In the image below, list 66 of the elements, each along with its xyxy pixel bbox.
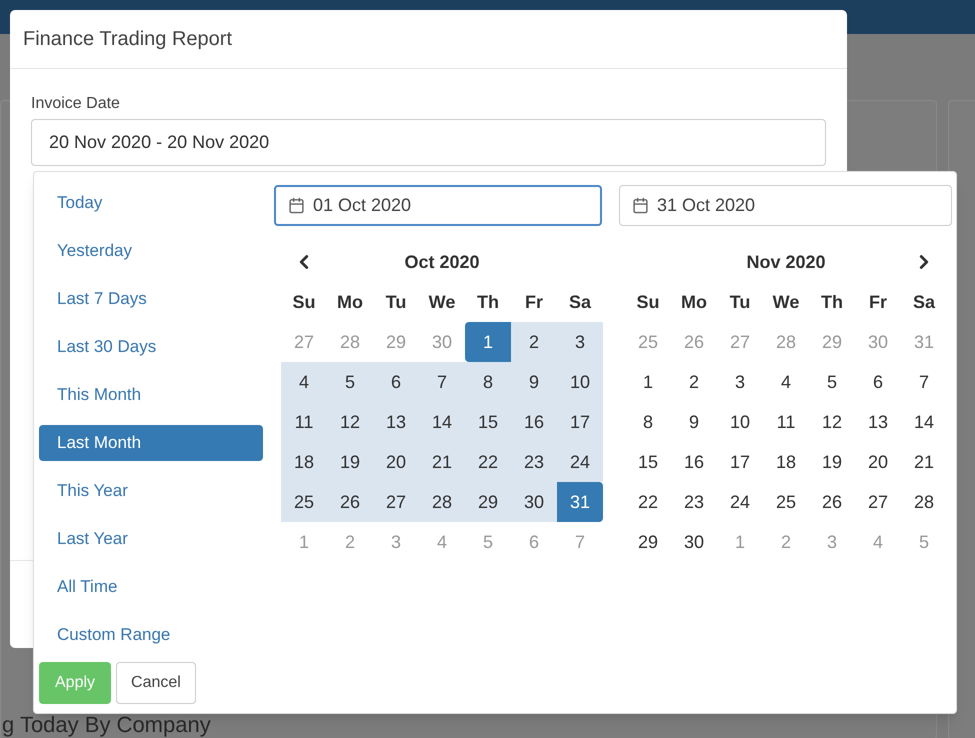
weekday-label: Su: [292, 290, 316, 314]
weekday-label: Th: [821, 290, 843, 314]
weekday-label: Mo: [337, 290, 363, 314]
day-cell[interactable]: 25: [281, 482, 327, 522]
range-option[interactable]: Last Month: [39, 425, 263, 461]
day-cell[interactable]: 18: [281, 442, 327, 482]
range-option[interactable]: Today: [39, 185, 263, 221]
day-cell[interactable]: 5: [327, 362, 373, 402]
day-cell[interactable]: 31: [557, 482, 603, 522]
day-cell[interactable]: 21: [419, 442, 465, 482]
weekday-label: Fr: [525, 290, 543, 314]
range-option[interactable]: Yesterday: [39, 233, 263, 269]
day-cell[interactable]: 26: [327, 482, 373, 522]
day-cell[interactable]: 16: [511, 402, 557, 442]
date-range-field[interactable]: 20 Nov 2020 - 20 Nov 2020: [31, 119, 826, 166]
weekday-label: Su: [636, 290, 660, 314]
range-option[interactable]: Last 7 Days: [39, 281, 263, 317]
day-cell[interactable]: 6: [373, 362, 419, 402]
field-label: Invoice Date: [31, 94, 121, 114]
calendar-icon: [632, 197, 649, 214]
range-option[interactable]: This Month: [39, 377, 263, 413]
weekday-label: Sa: [568, 290, 592, 314]
day-cell[interactable]: 14: [419, 402, 465, 442]
day-cell[interactable]: 24: [557, 442, 603, 482]
day-cell[interactable]: 1: [465, 322, 511, 362]
date-input-field[interactable]: 31 Oct 2020: [619, 185, 952, 226]
day-cell[interactable]: 23: [511, 442, 557, 482]
background-heading: g Today By Company: [2, 712, 211, 737]
month-title: Oct 2020: [404, 250, 480, 274]
day-cell[interactable]: 30: [511, 482, 557, 522]
calendar-icon: [288, 197, 305, 214]
month-title: Nov 2020: [746, 250, 826, 274]
day-cell[interactable]: 22: [465, 442, 511, 482]
day-cell[interactable]: 13: [373, 402, 419, 442]
day-cell[interactable]: 12: [327, 402, 373, 442]
range-option[interactable]: This Year: [39, 473, 263, 509]
day-cell[interactable]: 27: [373, 482, 419, 522]
day-cell[interactable]: 10: [557, 362, 603, 402]
weekday-label: Mo: [681, 290, 707, 314]
modal-title: Finance Trading Report: [23, 27, 232, 52]
weekday-label: Th: [477, 290, 499, 314]
range-option[interactable]: Last Year: [39, 521, 263, 557]
day-cell[interactable]: 4: [281, 362, 327, 402]
day-cell[interactable]: 29: [465, 482, 511, 522]
date-input-field[interactable]: 01 Oct 2020: [274, 185, 602, 226]
day-cell[interactable]: 17: [557, 402, 603, 442]
day-cell[interactable]: 9: [511, 362, 557, 402]
range-option[interactable]: All Time: [39, 569, 263, 605]
weekday-label: Tu: [386, 290, 406, 314]
weekday-label: Tu: [730, 290, 750, 314]
day-cell[interactable]: 20: [373, 442, 419, 482]
range-option[interactable]: Custom Range: [39, 617, 263, 653]
day-cell[interactable]: 19: [327, 442, 373, 482]
weekday-label: Sa: [912, 290, 936, 314]
range-option[interactable]: Last 30 Days: [39, 329, 263, 365]
weekday-label: We: [428, 290, 456, 314]
day-cell[interactable]: 3: [557, 322, 603, 362]
cancel-button[interactable]: Cancel: [116, 662, 196, 704]
weekday-label: We: [772, 290, 800, 314]
day-cell[interactable]: 2: [511, 322, 557, 362]
day-cell[interactable]: 11: [281, 402, 327, 442]
day-cell[interactable]: 7: [419, 362, 465, 402]
day-cell[interactable]: 28: [419, 482, 465, 522]
weekday-label: Fr: [869, 290, 887, 314]
day-cell[interactable]: 15: [465, 402, 511, 442]
day-cell[interactable]: 8: [465, 362, 511, 402]
